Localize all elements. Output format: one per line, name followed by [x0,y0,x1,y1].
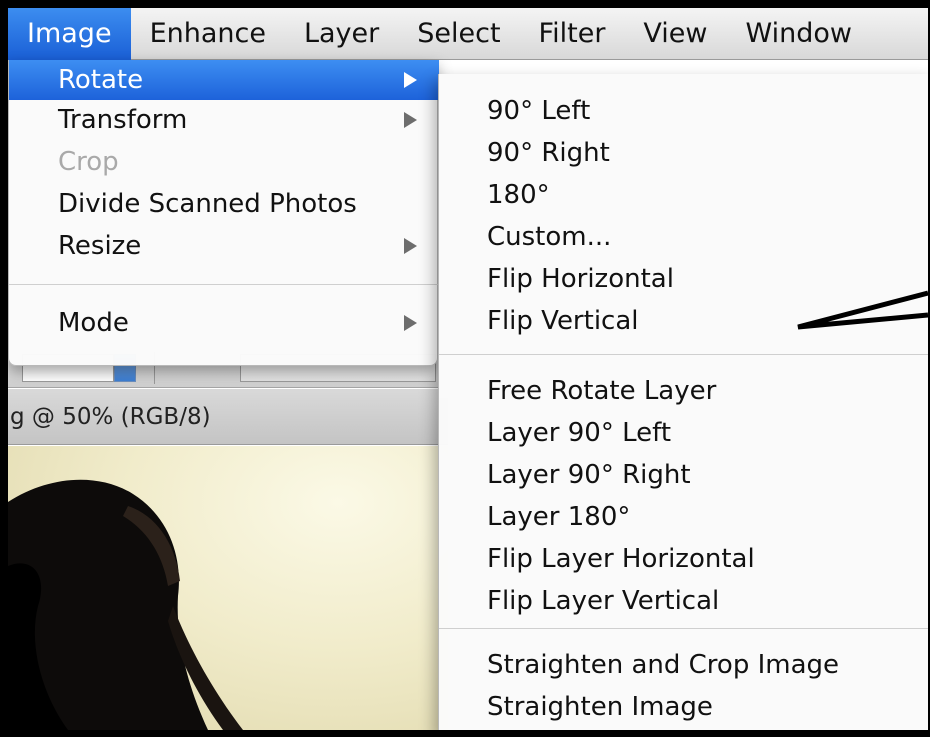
rotate-item-layer-90deg-left[interactable]: Layer 90° Left [439,412,928,454]
hair-photo-image [8,479,243,730]
rotate-item-free-rotate-layer[interactable]: Free Rotate Layer [439,370,928,412]
menu-item-label: Resize [58,231,142,261]
rotate-item-flip-vertical[interactable]: Flip Vertical [439,300,928,342]
screenshot-frame: g @ 50% (RGB/8) Image Enhance Layer Select F… [8,8,928,730]
rotate-item-90deg-right[interactable]: 90° Right [439,132,928,174]
document-title: g @ 50% (RGB/8) [10,404,211,430]
menu-separator [9,284,439,285]
photo-canvas [8,446,448,730]
rotate-item-layer-180deg[interactable]: Layer 180° [439,496,928,538]
menu-item-label: Rotate [58,65,144,95]
menubar-select[interactable]: Select [398,8,519,60]
submenu-arrow-icon [404,315,417,331]
menu-item-divide-scanned-photos[interactable]: Divide Scanned Photos [9,184,439,224]
menu-item-label: Transform [58,105,188,135]
rotate-item-straighten-and-crop-image[interactable]: Straighten and Crop Image [439,644,928,686]
submenu-arrow-icon [404,112,417,128]
menu-item-rotate[interactable]: Rotate [9,60,439,100]
menubar-layer[interactable]: Layer [285,8,398,60]
submenu-arrow-icon [404,238,417,254]
rotate-item-180deg[interactable]: 180° [439,174,928,216]
submenu-separator [439,354,928,355]
rotate-item-straighten-image[interactable]: Straighten Image [439,686,928,728]
image-menu-dropdown: Rotate Transform Crop Divide Scanned Photos… [8,60,439,366]
menubar-enhance[interactable]: Enhance [131,8,285,60]
menu-item-label: Mode [58,308,129,338]
rotate-item-90deg-left[interactable]: 90° Left [439,90,928,132]
menubar-image[interactable]: Image [8,8,131,60]
menubar-window[interactable]: Window [727,8,871,60]
menu-item-mode[interactable]: Mode [9,303,439,343]
rotate-item-custom[interactable]: Custom... [439,216,928,258]
menubar-filter[interactable]: Filter [520,8,625,60]
menu-item-crop: Crop [9,142,439,182]
document-title-bar: g @ 50% (RGB/8) [8,389,448,445]
menu-bar: Image Enhance Layer Select Filter View Window [8,8,928,60]
rotate-item-flip-horizontal[interactable]: Flip Horizontal [439,258,928,300]
rotate-item-flip-layer-horizontal[interactable]: Flip Layer Horizontal [439,538,928,580]
menu-item-label: Divide Scanned Photos [58,189,357,219]
rotate-item-flip-layer-vertical[interactable]: Flip Layer Vertical [439,580,928,622]
submenu-arrow-icon [404,72,417,88]
menu-item-transform[interactable]: Transform [9,100,439,140]
submenu-separator [439,628,928,629]
menu-item-label: Crop [58,147,119,177]
menubar-view[interactable]: View [624,8,726,60]
rotate-item-layer-90deg-right[interactable]: Layer 90° Right [439,454,928,496]
rotate-submenu: 90° Left 90° Right 180° Custom... Flip Horiz… [438,74,928,730]
menu-item-resize[interactable]: Resize [9,226,439,266]
